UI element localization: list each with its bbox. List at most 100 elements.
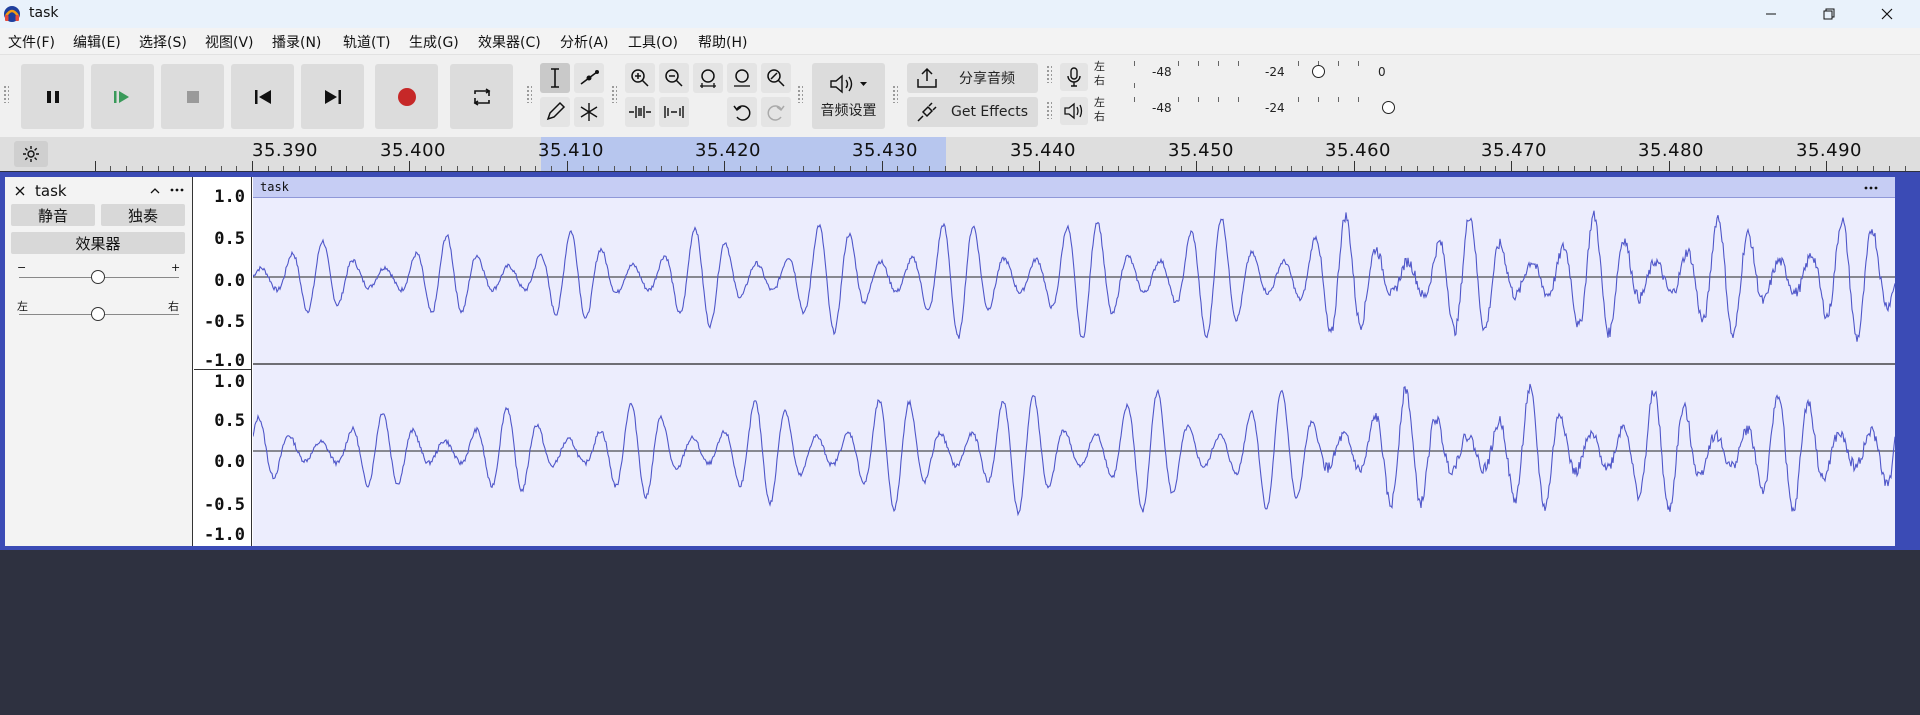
toolbar-grip[interactable]	[1046, 101, 1052, 119]
ruler-tick	[1526, 166, 1528, 171]
empty-project-area[interactable]	[0, 550, 1920, 715]
skip-end-icon	[324, 89, 341, 104]
toolbar-grip[interactable]	[1046, 65, 1052, 83]
menu-tools[interactable]: 工具(O)	[628, 32, 678, 52]
pan-right-label: 右	[168, 300, 179, 313]
ruler-tick	[1888, 166, 1890, 171]
ruler-label: 35.390	[252, 140, 318, 161]
scale-label: -0.5	[204, 312, 245, 332]
ruler-tick	[1070, 166, 1072, 171]
vertical-amplitude-ruler[interactable]: 1.0 0.5 0.0 -0.5 -1.0 1.0 0.5 0.0 -0.5 -…	[194, 177, 252, 546]
ruler-tick	[1306, 166, 1308, 171]
zoom-toggle-button[interactable]	[761, 63, 791, 93]
menu-help[interactable]: 帮助(H)	[698, 32, 747, 52]
ruler-tick	[1385, 166, 1387, 171]
menu-effect[interactable]: 效果器(C)	[478, 32, 541, 52]
solo-button[interactable]: 独奏	[101, 204, 185, 226]
ruler-tick	[1763, 166, 1765, 171]
toolbar-grip[interactable]	[3, 85, 9, 103]
pan-left-label: 左	[17, 300, 28, 313]
get-effects-button[interactable]: Get Effects	[907, 97, 1038, 127]
playback-meter-button[interactable]	[1060, 97, 1088, 125]
ruler-tick	[1133, 166, 1135, 171]
ruler-tick	[1054, 166, 1056, 171]
menu-select[interactable]: 选择(S)	[139, 32, 187, 52]
zoom-out-button[interactable]	[659, 63, 689, 93]
minimize-button[interactable]	[1748, 0, 1794, 28]
selection-tool-button[interactable]	[540, 63, 570, 93]
effects-button[interactable]: 效果器	[11, 232, 185, 254]
timeline-settings-button[interactable]	[14, 141, 48, 167]
track-menu-icon[interactable]	[169, 187, 185, 193]
upload-icon	[917, 67, 937, 88]
ruler-tick	[976, 166, 978, 171]
ruler-tick	[1542, 166, 1544, 171]
undo-button[interactable]	[727, 97, 757, 127]
ruler-tick	[1086, 166, 1088, 171]
record-meter-button[interactable]	[1060, 63, 1088, 91]
menu-view[interactable]: 视图(V)	[205, 32, 254, 52]
ruler-tick	[330, 166, 332, 171]
ruler-tick	[1511, 161, 1513, 171]
clip-header[interactable]: task	[253, 177, 1895, 198]
skip-to-end-button[interactable]	[301, 64, 364, 129]
ruler-tick	[1164, 166, 1166, 171]
waveform-clip[interactable]: task	[253, 177, 1895, 546]
loop-button[interactable]	[450, 64, 513, 129]
record-volume-knob[interactable]	[1312, 65, 1325, 78]
audio-settings-button[interactable]: 音频设置	[812, 63, 885, 129]
playback-volume-knob[interactable]	[1382, 101, 1395, 114]
skip-to-start-button[interactable]	[231, 64, 294, 129]
gain-slider-knob[interactable]	[91, 270, 105, 284]
clip-menu-icon[interactable]	[1863, 185, 1879, 191]
trim-audio-button[interactable]	[625, 97, 655, 127]
share-audio-button[interactable]: 分享音频	[907, 63, 1038, 93]
ruler-tick	[802, 166, 804, 171]
play-button[interactable]	[91, 64, 154, 129]
collapse-track-icon[interactable]	[149, 185, 161, 197]
menu-analyze[interactable]: 分析(A)	[560, 32, 609, 52]
fit-project-button[interactable]	[727, 63, 757, 93]
envelope-tool-button[interactable]	[574, 63, 604, 93]
menu-generate[interactable]: 生成(G)	[409, 32, 459, 52]
draw-tool-button[interactable]	[540, 97, 570, 127]
meter-label: -48	[1152, 65, 1172, 79]
menu-edit[interactable]: 编辑(E)	[73, 32, 121, 52]
restore-button[interactable]	[1806, 0, 1852, 28]
multi-tool-button[interactable]	[574, 97, 604, 127]
ruler-tick	[1180, 166, 1182, 171]
pause-button[interactable]	[21, 64, 84, 129]
zoom-in-button[interactable]	[625, 63, 655, 93]
pencil-icon	[546, 101, 566, 121]
track-name[interactable]: task	[35, 182, 67, 200]
toolbar-grip[interactable]	[611, 85, 617, 103]
timeline-ruler[interactable]: 35.390 35.400 35.410 35.420 35.430 35.44…	[0, 137, 1920, 171]
scale-label: -0.5	[204, 495, 245, 515]
plug-icon	[917, 102, 937, 122]
toolbar-grip[interactable]	[526, 85, 532, 103]
record-button[interactable]	[375, 64, 438, 129]
ibeam-icon	[551, 68, 559, 88]
ruler-tick	[1652, 166, 1654, 171]
redo-button[interactable]	[761, 97, 791, 127]
toolbar-grip[interactable]	[892, 85, 898, 103]
pan-slider-knob[interactable]	[91, 307, 105, 321]
menu-file[interactable]: 文件(F)	[8, 32, 55, 52]
fit-selection-button[interactable]	[693, 63, 723, 93]
record-meter[interactable]: 左 右 -48 -24 0	[1094, 59, 1394, 91]
ruler-tick	[204, 166, 206, 171]
mute-button[interactable]: 静音	[11, 204, 95, 226]
menu-transport[interactable]: 播录(N)	[272, 32, 321, 52]
close-track-icon[interactable]	[14, 185, 26, 197]
menu-tracks[interactable]: 轨道(T)	[343, 32, 390, 52]
close-window-button[interactable]	[1864, 0, 1910, 28]
playback-meter[interactable]: 左 右 -48 -24	[1094, 95, 1395, 127]
silence-icon	[664, 106, 684, 118]
zoom-selection-icon	[700, 69, 716, 88]
toolbar-grip[interactable]	[797, 85, 803, 103]
multi-tool-icon	[580, 103, 598, 121]
stop-button[interactable]	[161, 64, 224, 129]
ruler-tick	[1778, 166, 1780, 171]
silence-audio-button[interactable]	[659, 97, 689, 127]
waveform-channels	[253, 210, 1895, 517]
